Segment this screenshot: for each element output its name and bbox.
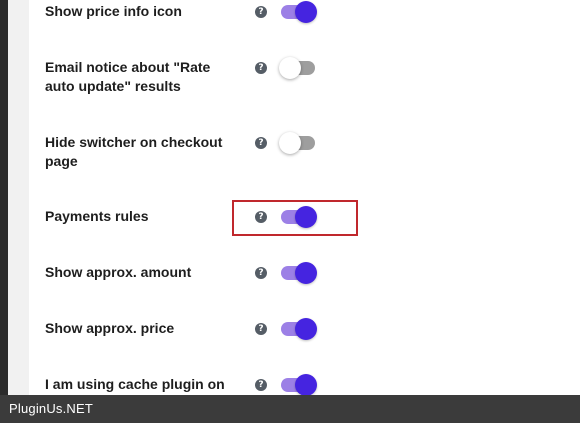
- toggle-knob: [279, 57, 301, 79]
- setting-label: Hide switcher on checkout page: [45, 134, 223, 169]
- setting-label: Show approx. amount: [45, 264, 192, 280]
- help-icon[interactable]: ?: [255, 137, 267, 149]
- toggle-cache-plugin[interactable]: [279, 374, 317, 396]
- toggle-hide-switcher-checkout[interactable]: [279, 132, 317, 154]
- brand-watermark: PluginUs.NET: [9, 401, 94, 416]
- setting-label: Payments rules: [45, 208, 149, 224]
- toggle-knob: [295, 1, 317, 23]
- help-icon[interactable]: ?: [255, 6, 267, 18]
- settings-panel: Show price info icon ? Email notice abou…: [29, 0, 580, 396]
- watermark-footer: PluginUs.NET: [0, 395, 580, 423]
- toggle-show-approx-price[interactable]: [279, 318, 317, 340]
- toggle-knob: [295, 262, 317, 284]
- highlight-annotation-box: [232, 200, 358, 236]
- help-icon[interactable]: ?: [255, 323, 267, 335]
- setting-label: Show approx. price: [45, 320, 175, 336]
- toggle-knob: [295, 374, 317, 396]
- toggle-email-notice[interactable]: [279, 57, 317, 79]
- toggle-knob: [295, 318, 317, 340]
- help-icon[interactable]: ?: [255, 62, 267, 74]
- setting-label: Email notice about "Rate auto update" re…: [45, 59, 211, 94]
- setting-label: Show price info icon: [45, 3, 182, 19]
- left-sidebar-light-strip: [8, 0, 29, 395]
- toggle-show-price-info-icon[interactable]: [279, 1, 317, 23]
- toggle-show-approx-amount[interactable]: [279, 262, 317, 284]
- help-icon[interactable]: ?: [255, 267, 267, 279]
- setting-label: I am using cache plugin on: [45, 376, 225, 392]
- help-icon[interactable]: ?: [255, 379, 267, 391]
- left-sidebar-dark-strip: [0, 0, 8, 395]
- toggle-knob: [279, 132, 301, 154]
